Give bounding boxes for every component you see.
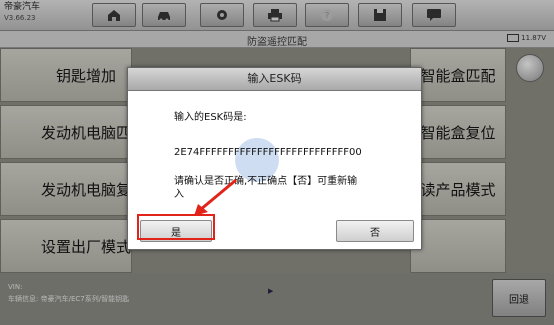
esk-code: 2E74FFFFFFFFFFFFFFFFFFFFFFFFFF00 — [174, 147, 362, 158]
dialog-prompt: 输入的ESK码是: — [174, 112, 247, 123]
no-label: 否 — [370, 227, 380, 239]
no-button[interactable]: 否 — [336, 220, 414, 242]
annotation-arrow-icon — [194, 178, 237, 216]
confirm-message-line2: 入 — [174, 189, 184, 200]
dialog-title: 输入ESK码 — [128, 68, 421, 91]
